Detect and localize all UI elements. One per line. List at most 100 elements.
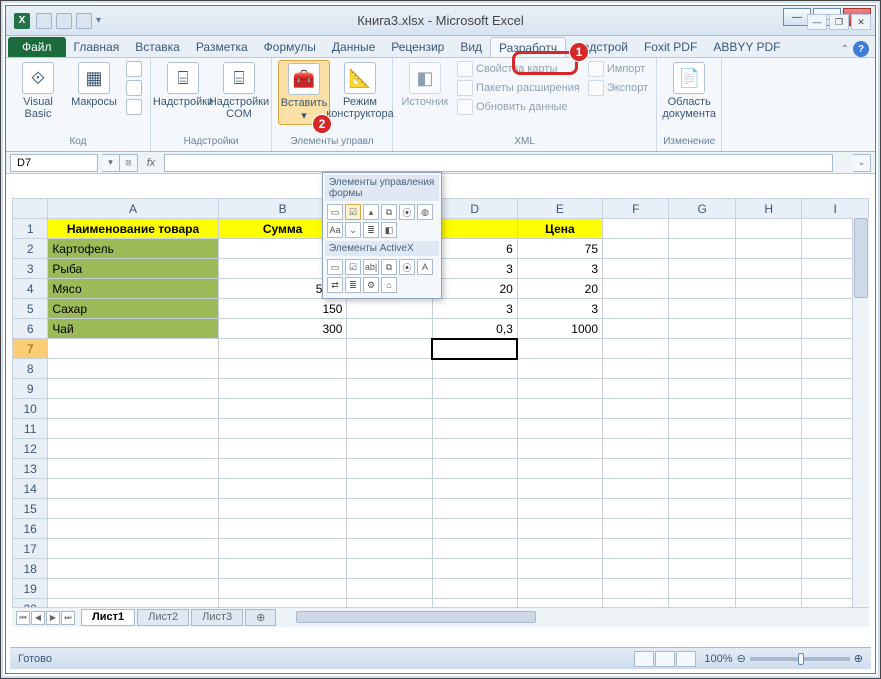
form-control-item[interactable]: ◍ — [417, 204, 433, 220]
cell-B19[interactable] — [218, 579, 347, 599]
cell-F16[interactable] — [603, 519, 669, 539]
cell-C11[interactable] — [347, 419, 432, 439]
view-break-button[interactable] — [676, 651, 696, 667]
vertical-scrollbar[interactable] — [852, 218, 869, 607]
cell-D17[interactable] — [432, 539, 517, 559]
cell-D9[interactable] — [432, 379, 517, 399]
cell-B9[interactable] — [218, 379, 347, 399]
cell-H10[interactable] — [735, 399, 801, 419]
cell-D16[interactable] — [432, 519, 517, 539]
row-header-5[interactable]: 5 — [13, 299, 48, 319]
cell-C19[interactable] — [347, 579, 432, 599]
cell-F13[interactable] — [603, 459, 669, 479]
cell-A18[interactable] — [48, 559, 218, 579]
row-header-16[interactable]: 16 — [13, 519, 48, 539]
form-control-item[interactable]: ⦿ — [399, 259, 415, 275]
record-macro-button[interactable] — [124, 60, 144, 78]
cell-D18[interactable] — [432, 559, 517, 579]
xml-refresh-button[interactable]: Обновить данные — [455, 98, 582, 116]
cell-C8[interactable] — [347, 359, 432, 379]
cell-D12[interactable] — [432, 439, 517, 459]
tab-формулы[interactable]: Формулы — [256, 37, 324, 57]
cell-E8[interactable] — [517, 359, 602, 379]
document-panel-button[interactable]: 📄Область документа — [663, 60, 715, 122]
form-control-item[interactable]: ab| — [363, 259, 379, 275]
cell-F15[interactable] — [603, 499, 669, 519]
cell-E2[interactable]: 75 — [517, 239, 602, 259]
xml-props-button[interactable]: Свойства карты — [455, 60, 582, 78]
cell-C9[interactable] — [347, 379, 432, 399]
cell-C7[interactable] — [347, 339, 432, 359]
cell-D7[interactable] — [432, 339, 517, 359]
cell-C12[interactable] — [347, 439, 432, 459]
cell-E16[interactable] — [517, 519, 602, 539]
cell-G6[interactable] — [669, 319, 735, 339]
cell-F12[interactable] — [603, 439, 669, 459]
cell-H7[interactable] — [735, 339, 801, 359]
cell-B13[interactable] — [218, 459, 347, 479]
cell-D11[interactable] — [432, 419, 517, 439]
ribbon-minimize-icon[interactable]: ⌃ — [841, 44, 849, 55]
cell-C10[interactable] — [347, 399, 432, 419]
row-header-12[interactable]: 12 — [13, 439, 48, 459]
form-control-item[interactable]: ⧉ — [381, 259, 397, 275]
cell-G1[interactable] — [669, 219, 735, 239]
tab-file[interactable]: Файл — [8, 37, 66, 57]
cell-E11[interactable] — [517, 419, 602, 439]
cell-H16[interactable] — [735, 519, 801, 539]
cell-H11[interactable] — [735, 419, 801, 439]
cell-E3[interactable]: 3 — [517, 259, 602, 279]
cell-A2[interactable]: Картофель — [48, 239, 218, 259]
form-control-item[interactable]: ⚙ — [363, 277, 379, 293]
namebox-dropdown-icon[interactable]: ▾ — [102, 154, 120, 172]
view-layout-button[interactable] — [655, 651, 675, 667]
row-header-7[interactable]: 7 — [13, 339, 48, 359]
qat-save-icon[interactable] — [36, 13, 52, 29]
cell-A7[interactable] — [48, 339, 218, 359]
cell-D19[interactable] — [432, 579, 517, 599]
row-header-3[interactable]: 3 — [13, 259, 48, 279]
cell-A10[interactable] — [48, 399, 218, 419]
help-icon[interactable]: ? — [853, 41, 869, 57]
tab-вставка[interactable]: Вставка — [127, 37, 188, 57]
cell-C5[interactable] — [347, 299, 432, 319]
form-control-item[interactable]: ⇄ — [327, 277, 343, 293]
cell-A12[interactable] — [48, 439, 218, 459]
cell-A8[interactable] — [48, 359, 218, 379]
cell-F11[interactable] — [603, 419, 669, 439]
row-header-18[interactable]: 18 — [13, 559, 48, 579]
cell-E20[interactable] — [517, 599, 602, 608]
cell-H20[interactable] — [735, 599, 801, 608]
cell-A6[interactable]: Чай — [48, 319, 218, 339]
tab-abbyy pdf[interactable]: ABBYY PDF — [705, 37, 788, 57]
tab-разметка[interactable]: Разметка — [188, 37, 256, 57]
cell-A4[interactable]: Мясо — [48, 279, 218, 299]
cell-F6[interactable] — [603, 319, 669, 339]
form-control-item[interactable]: ▭ — [327, 204, 343, 220]
cell-B20[interactable] — [218, 599, 347, 608]
cell-G18[interactable] — [669, 559, 735, 579]
row-header-2[interactable]: 2 — [13, 239, 48, 259]
form-control-item[interactable]: ≣ — [363, 222, 379, 238]
cell-G17[interactable] — [669, 539, 735, 559]
cell-A14[interactable] — [48, 479, 218, 499]
qat-undo-icon[interactable] — [56, 13, 72, 29]
cell-G8[interactable] — [669, 359, 735, 379]
form-control-item[interactable]: ▭ — [327, 259, 343, 275]
sheet-nav-last-icon[interactable]: ⏭ — [61, 611, 75, 625]
zoom-slider[interactable] — [750, 657, 850, 661]
cell-D1[interactable] — [432, 219, 517, 239]
form-control-item[interactable]: Aa — [327, 222, 343, 238]
cell-G15[interactable] — [669, 499, 735, 519]
tab-foxit pdf[interactable]: Foxit PDF — [636, 37, 705, 57]
cell-E9[interactable] — [517, 379, 602, 399]
cell-C13[interactable] — [347, 459, 432, 479]
cell-A11[interactable] — [48, 419, 218, 439]
cell-E10[interactable] — [517, 399, 602, 419]
cell-B5[interactable]: 150 — [218, 299, 347, 319]
form-control-item[interactable]: ▴ — [363, 204, 379, 220]
macro-security-button[interactable] — [124, 98, 144, 116]
cell-A20[interactable] — [48, 599, 218, 608]
cell-E1[interactable]: Цена — [517, 219, 602, 239]
select-all-corner[interactable] — [13, 199, 48, 219]
